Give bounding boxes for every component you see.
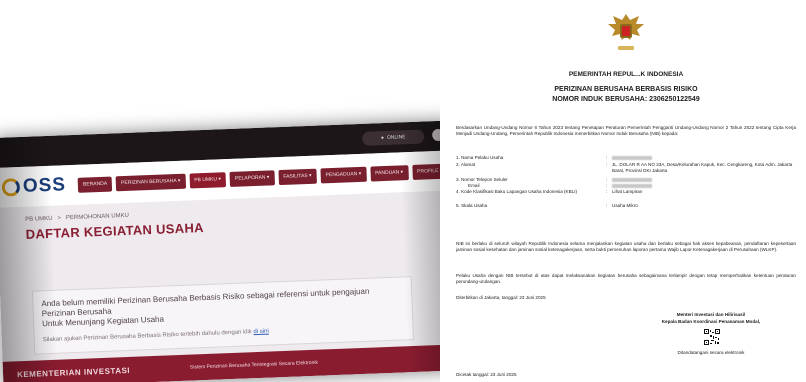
user-menu[interactable]: ● ONLINE [362, 129, 425, 146]
nav-profile[interactable]: PROFILE ▾ [411, 163, 440, 180]
garuda-emblem-icon [608, 14, 644, 50]
breadcrumb: PB UMKU > PERMOHONAN UMKU [25, 213, 129, 223]
field-label: 4. Kode Klasifikasi Baku Lapangan Usaha … [456, 189, 578, 194]
doc-printed-date: Dicetak tanggal: 23 Juni 2025 [456, 372, 517, 377]
footer-brand: KEMENTERIAN INVESTASI [16, 365, 131, 379]
notice-link[interactable]: di sini [253, 329, 269, 336]
field-colon: : [606, 155, 608, 160]
field-label: Email [468, 183, 480, 188]
user-icon: ● [380, 135, 385, 142]
field-colon: : [606, 183, 608, 188]
breadcrumb-separator: > [57, 215, 62, 222]
oss-screen: ● ONLINE OSS BERANDA PERIZINAN BERUSAHA … [0, 120, 440, 382]
doc-paragraph-permission: Pelaku Usaha dengan NIB tersebut di atas… [456, 273, 796, 285]
oss-logo-icon [1, 178, 21, 197]
nav-pengaduan[interactable]: PENGADUAN ▾ [320, 166, 367, 183]
user-label: ONLINE [386, 134, 406, 141]
field-value-redacted [612, 155, 796, 161]
field-label: 3. Nomor Telepon Seluler [456, 177, 508, 182]
nav-perizinan-berusaha[interactable]: PERIZINAN BERUSAHA ▾ [115, 173, 186, 191]
doc-signer-title: Menteri Investasi dan Hilirisasi/ [676, 312, 746, 317]
oss-logo[interactable]: OSS [1, 174, 66, 198]
oss-screen-photo: ● ONLINE OSS BERANDA PERIZINAN BERUSAHA … [0, 0, 440, 382]
field-value: JL. DOLAR R AA NO 33A, Desa/Kelurahan Ka… [612, 162, 793, 173]
field-label: 5. Skala Usaha [456, 203, 488, 208]
field-value: Lihat Lampiran [612, 189, 643, 194]
doc-government-header: PEMERINTAH REPUL...K INDONESIA [568, 71, 684, 78]
field-value: Usaha Mikro [612, 203, 638, 208]
notice-box: Anda belum memiliki Perizinan Berusaha B… [31, 276, 415, 355]
redacted-mark [612, 177, 652, 182]
doc-issued-place-date: Diterbitkan di Jakarta, tanggal: 23 Juni… [456, 295, 546, 300]
notice-hint-text: Silakan ajukan Perizinan Berusaha Berbas… [42, 329, 252, 344]
redacted-mark [612, 155, 652, 160]
doc-esign-note: Ditandatangani secara elektronik [677, 350, 745, 355]
nav-pelaporan[interactable]: PELAPORAN ▾ [229, 169, 275, 187]
field-colon: : [606, 203, 608, 208]
nav-panduan[interactable]: PANDUAN ▾ [369, 164, 409, 182]
field-colon: : [606, 162, 608, 167]
nib-document: PEMERINTAH REPUL...K INDONESIA PERIZINAN… [446, 0, 806, 382]
nav-fasilitas[interactable]: FASILITAS ▾ [278, 168, 317, 185]
doc-signer-title-2: Kepala Badan Koordinasi Penanaman Modal, [661, 319, 761, 324]
field-colon: : [606, 177, 608, 182]
oss-logo-text: OSS [22, 174, 67, 197]
page-title: DAFTAR KEGIATAN USAHA [25, 220, 205, 242]
qr-code-icon [704, 329, 720, 345]
field-value-redacted [612, 177, 796, 183]
doc-intro: Berdasarkan Undang-Undang Nomor 6 Tahun … [456, 125, 796, 137]
doc-nib-number: NOMOR INDUK BERUSAHA: 2306250122549 [552, 96, 700, 103]
field-value-redacted [612, 183, 796, 189]
notification-icon[interactable] [431, 128, 440, 142]
field-colon: : [606, 189, 608, 194]
field-label: 2. Alamat [456, 162, 476, 167]
field-label: 1. Nama Pelaku Usaha [456, 155, 504, 160]
breadcrumb-item-pb-umku[interactable]: PB UMKU [25, 216, 53, 223]
breadcrumb-item-permohonan: PERMOHONAN UMKU [65, 212, 130, 222]
nav-beranda[interactable]: BERANDA [77, 176, 113, 193]
doc-title: PERIZINAN BERUSAHA BERBASIS RISIKO [554, 86, 698, 93]
doc-paragraph-validity: NIB ini berlaku di seluruh wilayah Repub… [456, 241, 796, 253]
nav-pb-umku[interactable]: PB UMKU ▾ [189, 171, 227, 189]
footer-note: Sistem Perizinan Berusaha Terintegrasi S… [189, 359, 319, 371]
redacted-mark [612, 183, 652, 188]
